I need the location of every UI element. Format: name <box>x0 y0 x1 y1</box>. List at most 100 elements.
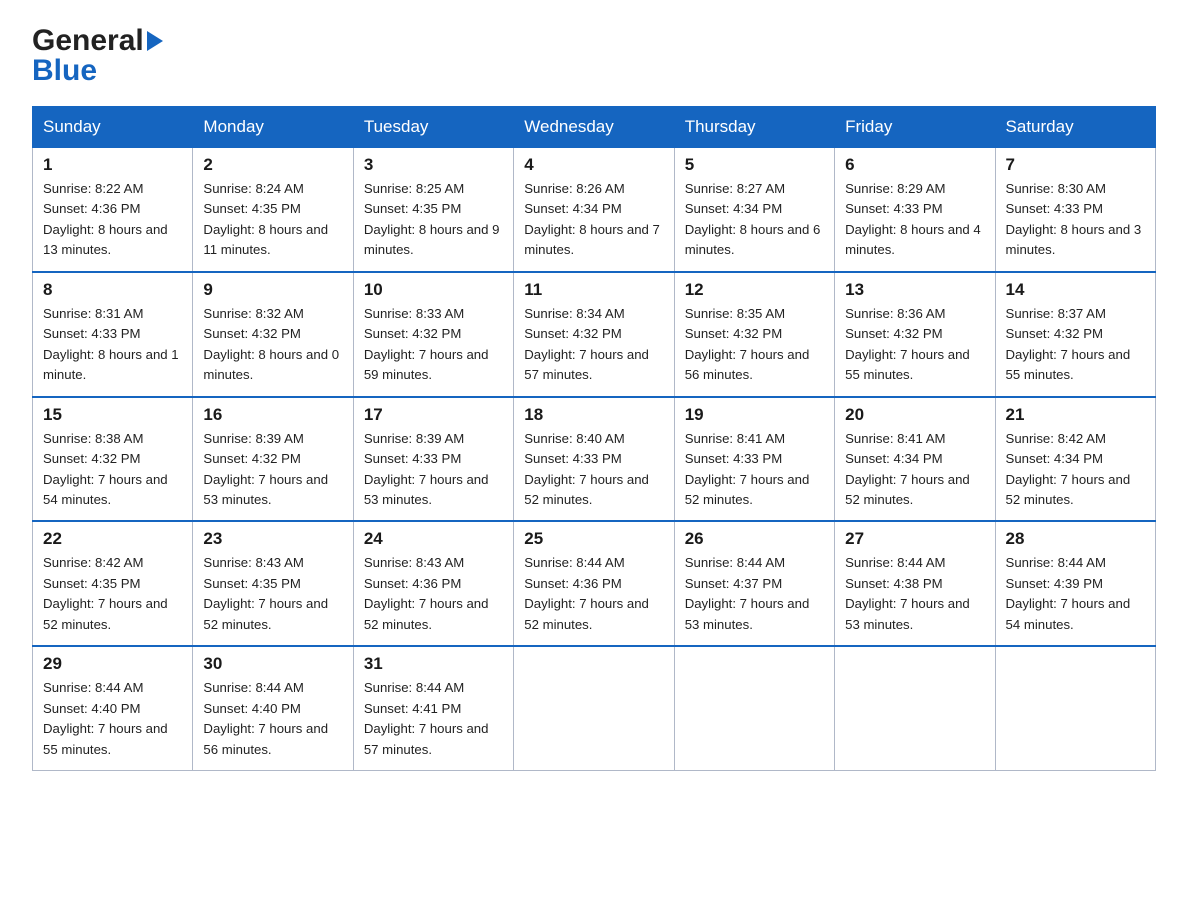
day-number: 31 <box>364 654 503 674</box>
day-number: 1 <box>43 155 182 175</box>
empty-cell <box>995 646 1155 770</box>
day-number: 23 <box>203 529 342 549</box>
day-number: 15 <box>43 405 182 425</box>
day-info: Sunrise: 8:41 AMSunset: 4:34 PMDaylight:… <box>845 429 984 511</box>
day-info: Sunrise: 8:42 AMSunset: 4:35 PMDaylight:… <box>43 553 182 635</box>
day-cell-6: 6Sunrise: 8:29 AMSunset: 4:33 PMDaylight… <box>835 148 995 272</box>
page: General Blue SundayMondayTuesdayWednesda… <box>0 0 1188 795</box>
day-cell-17: 17 Sunrise: 8:39 AMSunset: 4:33 PMDayligh… <box>353 397 513 522</box>
day-number: 14 <box>1006 280 1145 300</box>
day-number: 11 <box>524 280 663 300</box>
day-info: Sunrise: 8:41 AMSunset: 4:33 PMDaylight:… <box>685 429 824 511</box>
day-number: 4 <box>524 155 663 175</box>
day-info: Sunrise: 8:27 AMSunset: 4:34 PMDaylight:… <box>685 179 824 261</box>
day-number: 5 <box>685 155 824 175</box>
logo-triangle-icon <box>147 31 163 51</box>
day-number: 28 <box>1006 529 1145 549</box>
logo-general-text: General <box>32 24 144 58</box>
day-cell-3: 3 Sunrise: 8:25 AMSunset: 4:35 PMDaylight… <box>353 148 513 272</box>
day-info: Sunrise: 8:35 AMSunset: 4:32 PMDaylight:… <box>685 304 824 386</box>
day-cell-11: 11 Sunrise: 8:34 AMSunset: 4:32 PMDayligh… <box>514 272 674 397</box>
day-info: Sunrise: 8:38 AMSunset: 4:32 PMDaylight:… <box>43 429 182 511</box>
day-info: Sunrise: 8:33 AMSunset: 4:32 PMDaylight:… <box>364 304 503 386</box>
day-cell-25: 25Sunrise: 8:44 AMSunset: 4:36 PMDayligh… <box>514 521 674 646</box>
day-cell-22: 22Sunrise: 8:42 AMSunset: 4:35 PMDayligh… <box>33 521 193 646</box>
empty-cell <box>674 646 834 770</box>
weekday-header-wednesday: Wednesday <box>514 107 674 148</box>
day-number: 2 <box>203 155 342 175</box>
day-number: 13 <box>845 280 984 300</box>
day-info: Sunrise: 8:29 AMSunset: 4:33 PMDaylight:… <box>845 179 984 261</box>
day-cell-8: 8 Sunrise: 8:31 AMSunset: 4:33 PMDaylight… <box>33 272 193 397</box>
day-info: Sunrise: 8:32 AMSunset: 4:32 PMDaylight:… <box>203 304 342 386</box>
day-cell-29: 29 Sunrise: 8:44 AMSunset: 4:40 PMDayligh… <box>33 646 193 770</box>
empty-cell <box>514 646 674 770</box>
day-number: 26 <box>685 529 824 549</box>
day-info: Sunrise: 8:24 AMSunset: 4:35 PMDaylight:… <box>203 179 342 261</box>
empty-cell <box>835 646 995 770</box>
day-info: Sunrise: 8:31 AMSunset: 4:33 PMDaylight:… <box>43 304 182 386</box>
day-info: Sunrise: 8:34 AMSunset: 4:32 PMDaylight:… <box>524 304 663 386</box>
day-info: Sunrise: 8:44 AMSunset: 4:36 PMDaylight:… <box>524 553 663 635</box>
day-number: 7 <box>1006 155 1145 175</box>
day-info: Sunrise: 8:44 AMSunset: 4:41 PMDaylight:… <box>364 678 503 760</box>
day-number: 30 <box>203 654 342 674</box>
day-number: 29 <box>43 654 182 674</box>
day-cell-30: 30Sunrise: 8:44 AMSunset: 4:40 PMDayligh… <box>193 646 353 770</box>
day-number: 20 <box>845 405 984 425</box>
day-cell-31: 31 Sunrise: 8:44 AMSunset: 4:41 PMDayligh… <box>353 646 513 770</box>
week-row-1: 1 Sunrise: 8:22 AMSunset: 4:36 PMDaylight… <box>33 148 1156 272</box>
day-info: Sunrise: 8:44 AMSunset: 4:40 PMDaylight:… <box>43 678 182 760</box>
day-info: Sunrise: 8:42 AMSunset: 4:34 PMDaylight:… <box>1006 429 1145 511</box>
day-number: 12 <box>685 280 824 300</box>
logo-blue-text: Blue <box>32 54 97 88</box>
day-cell-26: 26 Sunrise: 8:44 AMSunset: 4:37 PMDayligh… <box>674 521 834 646</box>
day-number: 16 <box>203 405 342 425</box>
day-number: 18 <box>524 405 663 425</box>
day-cell-27: 27 Sunrise: 8:44 AMSunset: 4:38 PMDayligh… <box>835 521 995 646</box>
day-info: Sunrise: 8:44 AMSunset: 4:37 PMDaylight:… <box>685 553 824 635</box>
day-cell-10: 10 Sunrise: 8:33 AMSunset: 4:32 PMDayligh… <box>353 272 513 397</box>
day-number: 24 <box>364 529 503 549</box>
day-info: Sunrise: 8:40 AMSunset: 4:33 PMDaylight:… <box>524 429 663 511</box>
day-number: 8 <box>43 280 182 300</box>
day-cell-14: 14 Sunrise: 8:37 AMSunset: 4:32 PMDayligh… <box>995 272 1155 397</box>
week-row-4: 22Sunrise: 8:42 AMSunset: 4:35 PMDayligh… <box>33 521 1156 646</box>
week-row-2: 8 Sunrise: 8:31 AMSunset: 4:33 PMDaylight… <box>33 272 1156 397</box>
day-cell-24: 24Sunrise: 8:43 AMSunset: 4:36 PMDayligh… <box>353 521 513 646</box>
header: General Blue <box>32 24 1156 88</box>
day-info: Sunrise: 8:22 AMSunset: 4:36 PMDaylight:… <box>43 179 182 261</box>
day-cell-21: 21Sunrise: 8:42 AMSunset: 4:34 PMDayligh… <box>995 397 1155 522</box>
day-cell-28: 28 Sunrise: 8:44 AMSunset: 4:39 PMDayligh… <box>995 521 1155 646</box>
day-number: 10 <box>364 280 503 300</box>
day-cell-13: 13Sunrise: 8:36 AMSunset: 4:32 PMDayligh… <box>835 272 995 397</box>
weekday-header-tuesday: Tuesday <box>353 107 513 148</box>
day-cell-18: 18 Sunrise: 8:40 AMSunset: 4:33 PMDayligh… <box>514 397 674 522</box>
day-cell-9: 9 Sunrise: 8:32 AMSunset: 4:32 PMDaylight… <box>193 272 353 397</box>
day-cell-15: 15 Sunrise: 8:38 AMSunset: 4:32 PMDayligh… <box>33 397 193 522</box>
day-number: 27 <box>845 529 984 549</box>
day-info: Sunrise: 8:39 AMSunset: 4:33 PMDaylight:… <box>364 429 503 511</box>
weekday-header-row: SundayMondayTuesdayWednesdayThursdayFrid… <box>33 107 1156 148</box>
day-cell-12: 12 Sunrise: 8:35 AMSunset: 4:32 PMDayligh… <box>674 272 834 397</box>
day-cell-1: 1 Sunrise: 8:22 AMSunset: 4:36 PMDaylight… <box>33 148 193 272</box>
day-info: Sunrise: 8:26 AMSunset: 4:34 PMDaylight:… <box>524 179 663 261</box>
weekday-header-sunday: Sunday <box>33 107 193 148</box>
day-number: 9 <box>203 280 342 300</box>
day-cell-5: 5 Sunrise: 8:27 AMSunset: 4:34 PMDaylight… <box>674 148 834 272</box>
day-info: Sunrise: 8:44 AMSunset: 4:39 PMDaylight:… <box>1006 553 1145 635</box>
weekday-header-monday: Monday <box>193 107 353 148</box>
day-number: 17 <box>364 405 503 425</box>
day-info: Sunrise: 8:37 AMSunset: 4:32 PMDaylight:… <box>1006 304 1145 386</box>
weekday-header-saturday: Saturday <box>995 107 1155 148</box>
day-info: Sunrise: 8:30 AMSunset: 4:33 PMDaylight:… <box>1006 179 1145 261</box>
logo: General Blue <box>32 24 166 88</box>
week-row-3: 15 Sunrise: 8:38 AMSunset: 4:32 PMDayligh… <box>33 397 1156 522</box>
calendar-table: SundayMondayTuesdayWednesdayThursdayFrid… <box>32 106 1156 771</box>
day-cell-20: 20 Sunrise: 8:41 AMSunset: 4:34 PMDayligh… <box>835 397 995 522</box>
day-info: Sunrise: 8:25 AMSunset: 4:35 PMDaylight:… <box>364 179 503 261</box>
day-cell-4: 4 Sunrise: 8:26 AMSunset: 4:34 PMDaylight… <box>514 148 674 272</box>
day-number: 3 <box>364 155 503 175</box>
weekday-header-friday: Friday <box>835 107 995 148</box>
day-info: Sunrise: 8:44 AMSunset: 4:38 PMDaylight:… <box>845 553 984 635</box>
